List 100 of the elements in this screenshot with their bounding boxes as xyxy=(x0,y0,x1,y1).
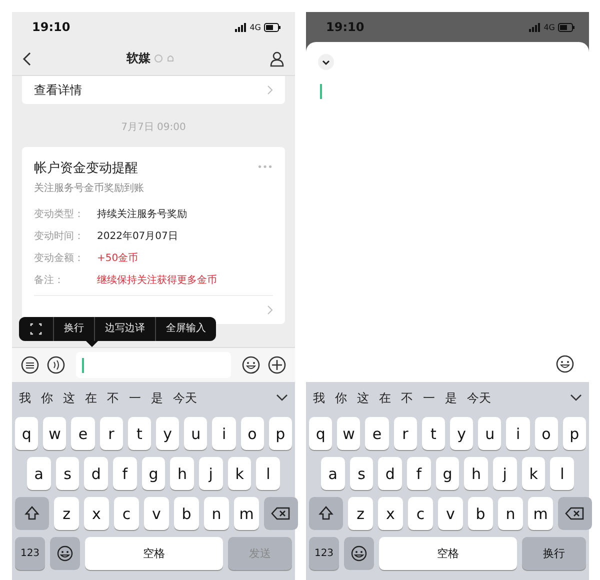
letter-key[interactable]: b xyxy=(174,497,199,530)
space-key[interactable]: 空格 xyxy=(379,537,517,570)
letter-key[interactable]: w xyxy=(337,417,360,450)
letter-key[interactable]: a xyxy=(27,457,51,490)
letter-key[interactable]: r xyxy=(100,417,123,450)
letter-key[interactable]: d xyxy=(378,457,402,490)
action-key[interactable]: 换行 xyxy=(522,537,586,570)
candidate-word[interactable]: 我 xyxy=(19,390,31,406)
letter-key[interactable]: h xyxy=(464,457,488,490)
profile-icon[interactable] xyxy=(269,50,285,66)
letter-key[interactable]: z xyxy=(348,497,373,530)
letter-key[interactable]: g xyxy=(142,457,166,490)
letter-key[interactable]: v xyxy=(438,497,463,530)
letter-key[interactable]: u xyxy=(184,417,208,450)
candidate-word[interactable]: 今天 xyxy=(173,390,197,406)
letter-key[interactable]: q xyxy=(309,417,332,450)
emoji-icon[interactable] xyxy=(241,355,261,375)
letter-key[interactable]: x xyxy=(84,497,109,530)
field-value: 持续关注服务号奖励 xyxy=(97,208,187,221)
details-link[interactable]: 查看详情 xyxy=(22,76,285,104)
delete-key[interactable] xyxy=(264,497,298,530)
back-icon[interactable] xyxy=(22,52,32,66)
letter-key[interactable]: f xyxy=(113,457,137,490)
letter-key[interactable]: j xyxy=(493,457,517,490)
candidate-word[interactable]: 是 xyxy=(445,390,457,406)
space-key[interactable]: 空格 xyxy=(85,537,223,570)
letter-key[interactable]: m xyxy=(234,497,259,530)
letter-key[interactable]: i xyxy=(506,417,530,450)
letter-key[interactable]: i xyxy=(212,417,236,450)
candidate-word[interactable]: 这 xyxy=(357,390,369,406)
candidate-word[interactable]: 今天 xyxy=(467,390,491,406)
candidate-word[interactable]: 在 xyxy=(85,390,97,406)
candidate-word[interactable]: 我 xyxy=(313,390,325,406)
candidate-word[interactable]: 你 xyxy=(41,390,53,406)
candidate-word[interactable]: 是 xyxy=(151,390,163,406)
emoji-key[interactable] xyxy=(50,537,80,570)
emoji-icon[interactable] xyxy=(555,354,575,374)
letter-key[interactable]: w xyxy=(43,417,66,450)
letter-key[interactable]: a xyxy=(321,457,345,490)
letter-key[interactable]: q xyxy=(15,417,38,450)
expand-icon[interactable] xyxy=(570,394,582,402)
letter-key[interactable]: l xyxy=(550,457,574,490)
letter-key[interactable]: h xyxy=(170,457,194,490)
signal-icon xyxy=(234,22,247,32)
candidate-word[interactable]: 不 xyxy=(107,390,119,406)
letter-key[interactable]: u xyxy=(478,417,502,450)
field-label: 变动金额： xyxy=(34,252,85,265)
field-value: 2022年07月07日 xyxy=(97,230,178,243)
letter-key[interactable]: d xyxy=(84,457,108,490)
letter-key[interactable]: y xyxy=(450,417,474,450)
network-label: 4G xyxy=(544,22,555,32)
letter-key[interactable]: c xyxy=(114,497,139,530)
candidate-word[interactable]: 这 xyxy=(63,390,75,406)
letter-key[interactable]: t xyxy=(128,417,152,450)
candidate-word[interactable]: 在 xyxy=(379,390,391,406)
message-input[interactable] xyxy=(76,352,231,378)
expand-icon[interactable] xyxy=(276,394,288,402)
letter-key[interactable]: x xyxy=(378,497,403,530)
letter-key[interactable]: s xyxy=(56,457,80,490)
voice-icon[interactable] xyxy=(46,355,66,375)
letter-key[interactable]: k xyxy=(228,457,252,490)
letter-key[interactable]: p xyxy=(562,417,586,450)
letter-key[interactable]: k xyxy=(522,457,546,490)
letter-key[interactable]: t xyxy=(422,417,446,450)
number-key[interactable]: 123 xyxy=(15,537,45,570)
menu-item[interactable]: 全屏输入 xyxy=(155,317,216,341)
shift-key[interactable] xyxy=(309,497,343,530)
letter-key[interactable]: e xyxy=(365,417,389,450)
candidate-word[interactable]: 不 xyxy=(401,390,413,406)
letter-key[interactable]: o xyxy=(240,417,264,450)
letter-key[interactable]: f xyxy=(407,457,431,490)
field-value: +50金币 xyxy=(97,252,138,265)
letter-key[interactable]: m xyxy=(528,497,553,530)
emoji-key[interactable] xyxy=(344,537,374,570)
candidate-word[interactable]: 一 xyxy=(129,390,141,406)
letter-key[interactable]: y xyxy=(156,417,180,450)
candidate-word[interactable]: 一 xyxy=(423,390,435,406)
shift-key[interactable] xyxy=(15,497,49,530)
add-icon[interactable] xyxy=(267,355,287,375)
list-icon[interactable] xyxy=(20,355,40,375)
letter-key[interactable]: n xyxy=(498,497,523,530)
letter-key[interactable]: v xyxy=(144,497,169,530)
letter-key[interactable]: l xyxy=(256,457,280,490)
letter-key[interactable]: j xyxy=(199,457,223,490)
letter-key[interactable]: e xyxy=(71,417,95,450)
letter-key[interactable]: z xyxy=(54,497,79,530)
letter-key[interactable]: g xyxy=(436,457,460,490)
letter-key[interactable]: o xyxy=(534,417,558,450)
number-key[interactable]: 123 xyxy=(309,537,339,570)
letter-key[interactable]: b xyxy=(468,497,493,530)
letter-key[interactable]: p xyxy=(268,417,292,450)
letter-key[interactable]: n xyxy=(204,497,229,530)
letter-key[interactable]: s xyxy=(350,457,374,490)
candidate-word[interactable]: 你 xyxy=(335,390,347,406)
letter-key[interactable]: r xyxy=(394,417,417,450)
field-value: 继续保持关注获得更多金币 xyxy=(97,274,217,287)
collapse-button[interactable] xyxy=(318,54,334,70)
letter-key[interactable]: c xyxy=(408,497,433,530)
delete-key[interactable] xyxy=(558,497,592,530)
field-label: 变动时间： xyxy=(34,230,85,243)
